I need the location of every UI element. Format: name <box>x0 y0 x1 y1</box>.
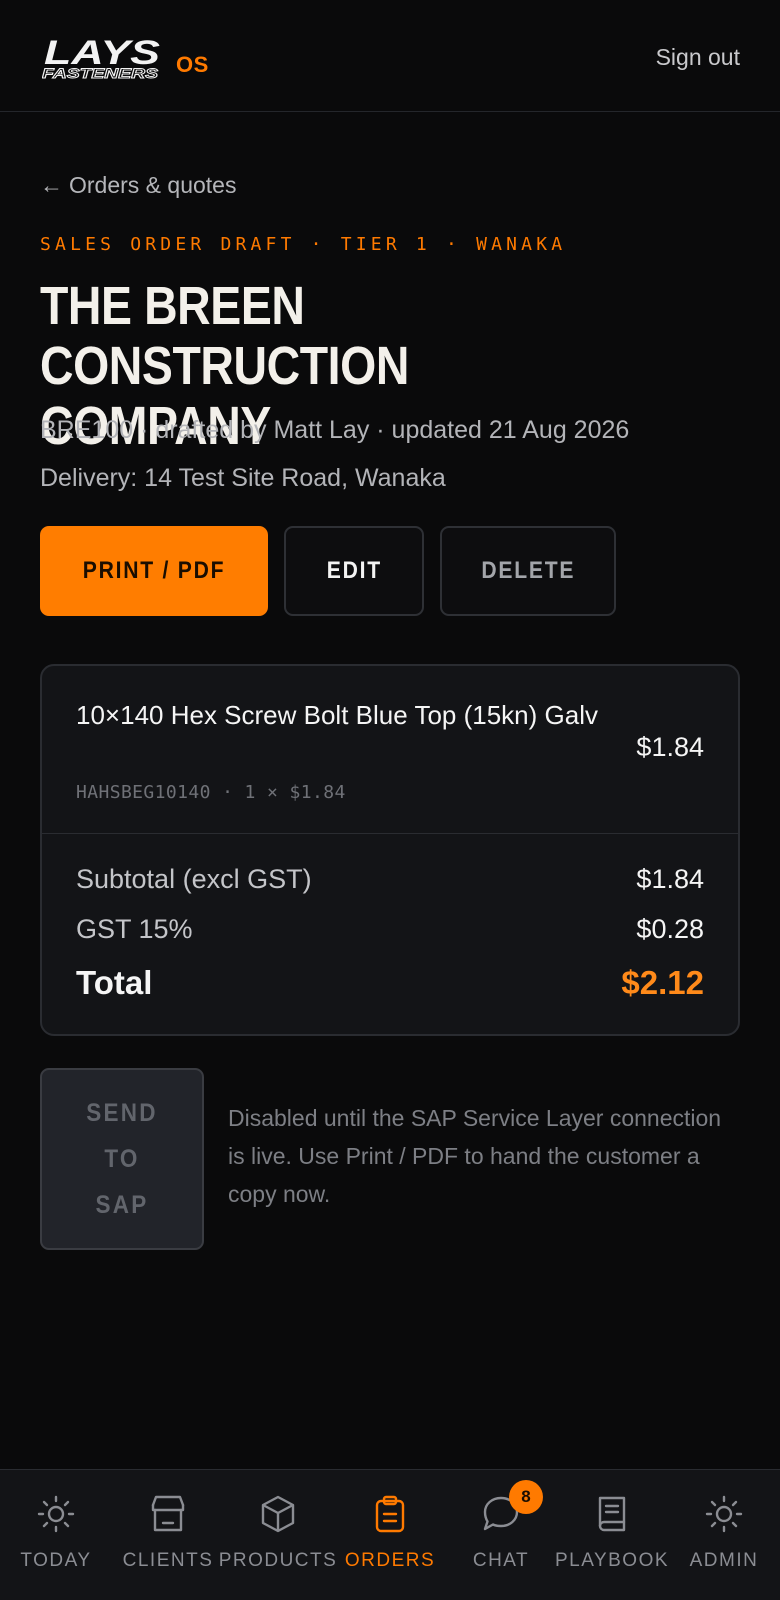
logo-os-label: OS <box>176 52 209 77</box>
line-item-name: 10×140 Hex Screw Bolt Blue Top (15kn) Ga… <box>76 700 598 730</box>
lays-fasteners-logo[interactable]: LAYS FASTENERS <box>42 34 172 80</box>
sun-icon <box>34 1492 78 1536</box>
back-link-label: Orders & quotes <box>69 172 237 198</box>
clipboard-icon <box>368 1492 412 1536</box>
box-icon <box>256 1492 300 1536</box>
nav-label-products: PRODUCTS <box>218 1550 338 1571</box>
nav-label-orders: ORDERS <box>344 1550 436 1571</box>
line-item-sku: HAHSBEG10140 · 1 × $1.84 <box>76 782 346 803</box>
gst-row: GST 15% $0.28 <box>76 914 704 945</box>
chat-icon: 8 <box>479 1480 543 1536</box>
bottom-nav: TODAY CLIENTS PRODUCTS ORDERS 8 CHAT PLA… <box>0 1469 780 1600</box>
order-summary-card: 10×140 Hex Screw Bolt Blue Top (15kn) Ga… <box>40 664 740 1036</box>
edit-button[interactable]: EDIT <box>284 526 424 616</box>
edit-label: EDIT <box>326 557 382 584</box>
delete-label: DELETE <box>481 557 575 584</box>
nav-label-playbook: PLAYBOOK <box>554 1550 670 1571</box>
app-header: LAYS FASTENERS OS Sign out <box>0 0 780 112</box>
nav-label-today: TODAY <box>20 1550 92 1571</box>
line-item-price: $1.84 <box>636 732 704 762</box>
book-icon <box>590 1492 634 1536</box>
nav-label-admin: ADMIN <box>689 1550 759 1571</box>
sap-disabled-note: Disabled until the SAP Service Layer con… <box>228 1105 722 1207</box>
total-value: $2.12 <box>621 964 704 1001</box>
subtotal-value: $1.84 <box>636 864 704 894</box>
nav-orders[interactable]: ORDERS <box>342 1470 438 1600</box>
nav-chat[interactable]: 8 CHAT <box>458 1470 544 1600</box>
sign-out-link[interactable]: Sign out <box>656 44 740 71</box>
nav-label-chat: CHAT <box>472 1550 530 1571</box>
back-arrow-icon: ← <box>40 172 63 198</box>
back-link[interactable]: ← Orders & quotes <box>40 172 236 199</box>
total-row: Total $2.12 <box>76 964 704 1002</box>
logo-sub: FASTENERS <box>42 65 159 80</box>
store-icon <box>146 1492 190 1536</box>
nav-today[interactable]: TODAY <box>10 1470 102 1600</box>
order-meta: BRE100 · drafted by Matt Lay · updated 2… <box>40 416 630 444</box>
print-pdf-label: PRINT / PDF <box>82 557 226 584</box>
gst-label: GST 15% <box>76 914 193 944</box>
gear-icon <box>702 1492 746 1536</box>
subtotal-label: Subtotal (excl GST) <box>76 864 312 894</box>
print-pdf-button[interactable]: PRINT / PDF <box>40 526 268 616</box>
delete-button[interactable]: DELETE <box>440 526 616 616</box>
order-eyebrow: SALES ORDER DRAFT · TIER 1 · WANAKA <box>40 234 567 255</box>
total-label: Total <box>76 964 153 1001</box>
send-to-sap-button: SEND TO SAP <box>40 1068 204 1250</box>
line-item: 10×140 Hex Screw Bolt Blue Top (15kn) Ga… <box>42 666 738 834</box>
gst-value: $0.28 <box>636 914 704 944</box>
send-to-sap-label: SEND TO SAP <box>86 1099 158 1219</box>
nav-clients[interactable]: CLIENTS <box>118 1470 218 1600</box>
subtotal-row: Subtotal (excl GST) $1.84 <box>76 864 704 895</box>
nav-label-clients: CLIENTS <box>122 1550 214 1571</box>
nav-playbook[interactable]: PLAYBOOK <box>550 1470 674 1600</box>
chat-unread-badge: 8 <box>509 1480 543 1514</box>
nav-admin[interactable]: ADMIN <box>680 1470 768 1600</box>
delivery-address: Delivery: 14 Test Site Road, Wanaka <box>40 464 446 492</box>
nav-products[interactable]: PRODUCTS <box>219 1470 336 1600</box>
